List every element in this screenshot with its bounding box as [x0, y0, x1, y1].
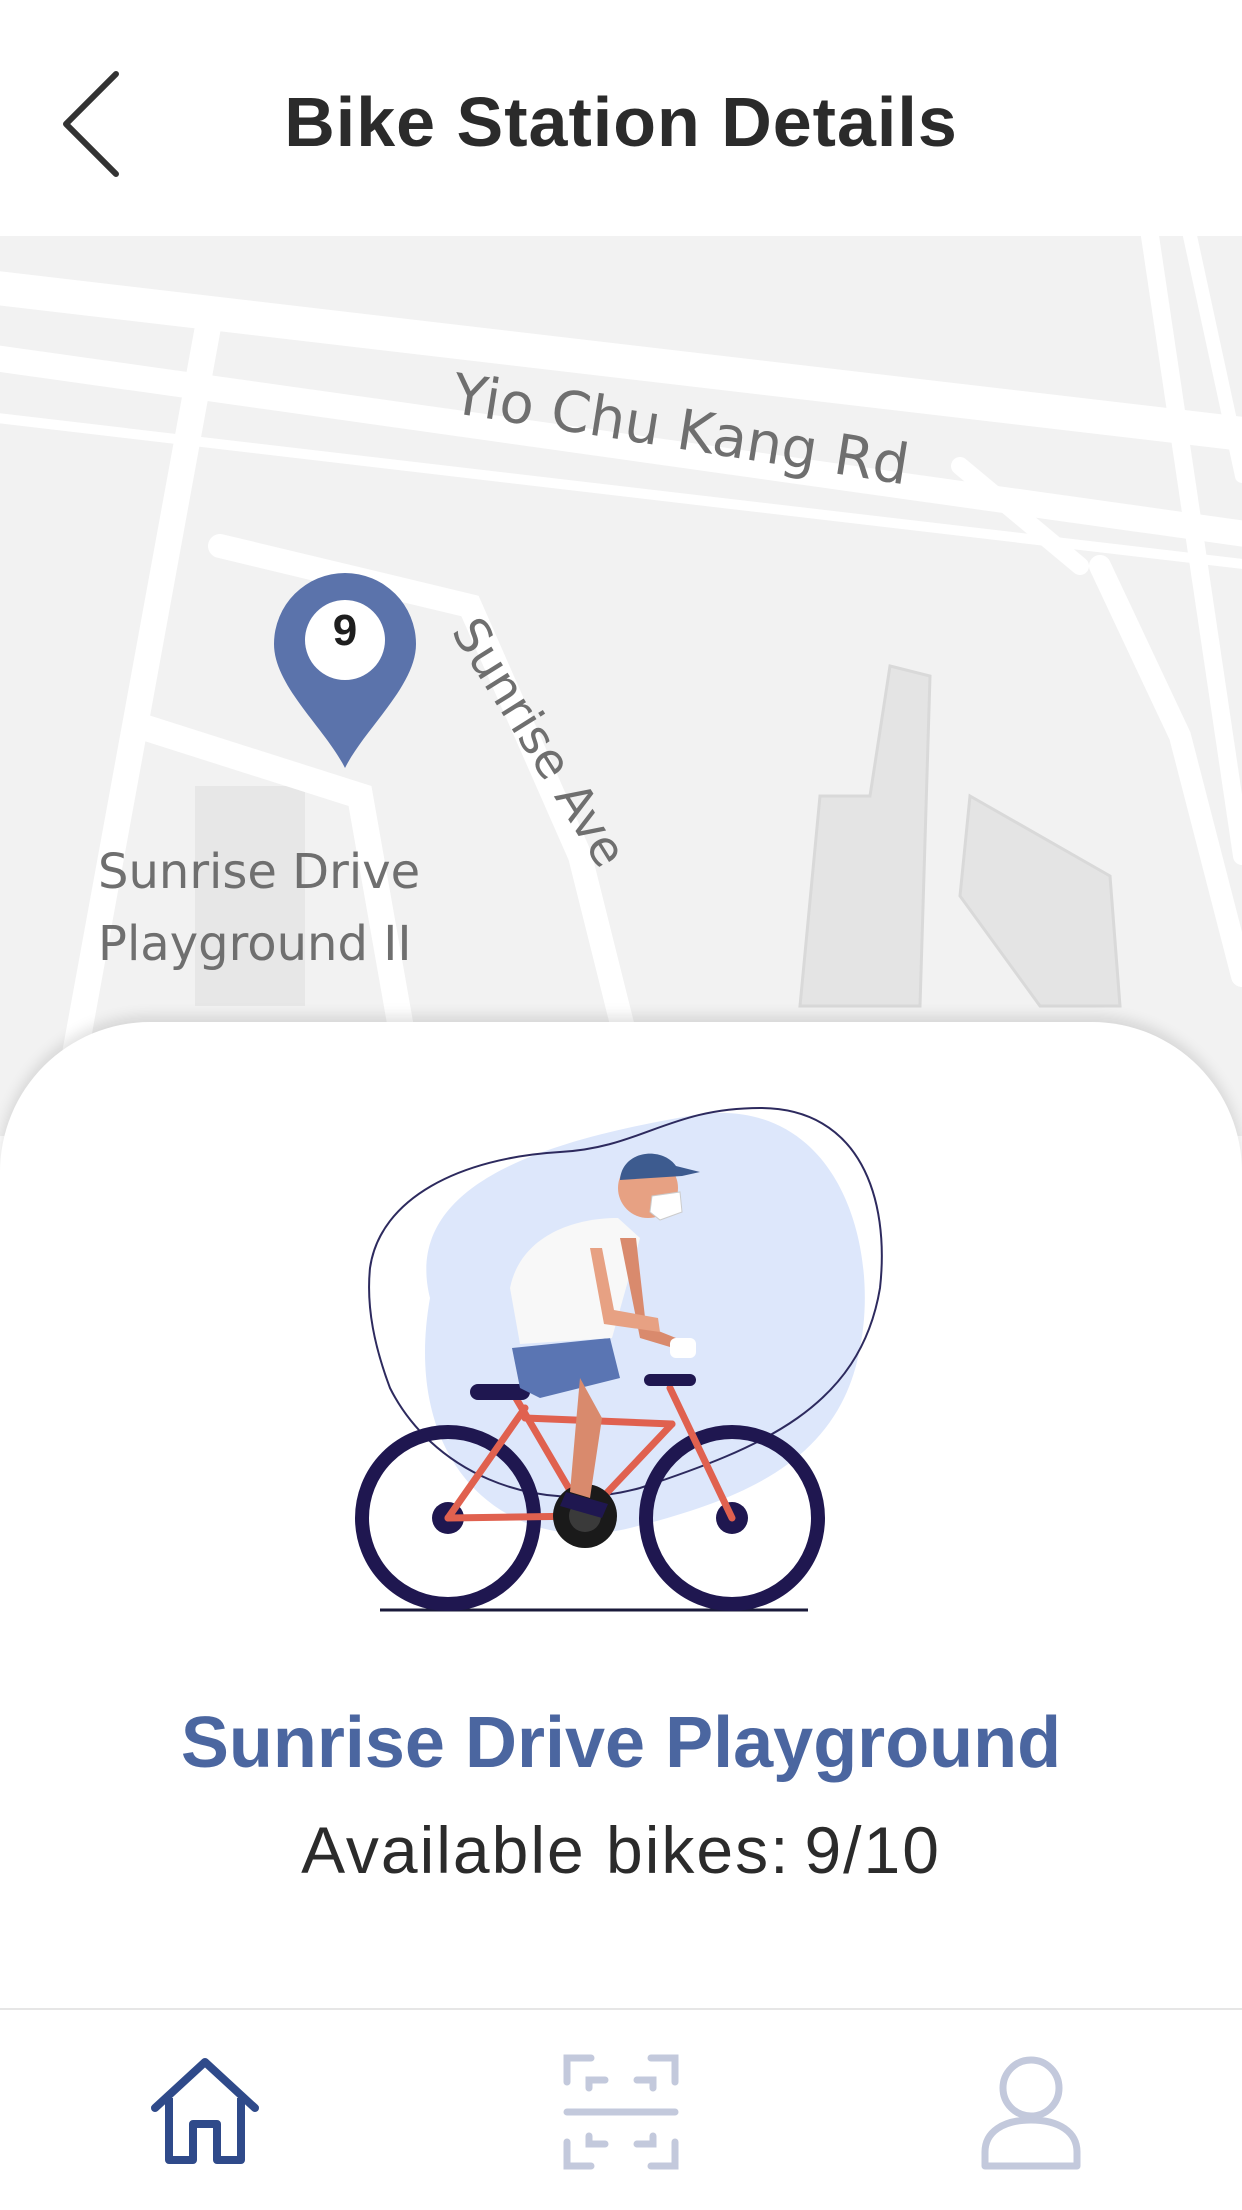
station-card: Sunrise Drive Playground Available bikes… — [0, 1022, 1242, 2008]
map-roads — [0, 236, 1242, 1136]
nav-home[interactable] — [145, 2052, 265, 2172]
station-map-pin[interactable]: 9 — [270, 568, 420, 778]
page-title: Bike Station Details — [284, 83, 958, 161]
user-icon — [981, 2056, 1081, 2170]
pin-count: 9 — [332, 606, 358, 655]
bottom-nav — [0, 2008, 1242, 2210]
station-name: Sunrise Drive Playground — [180, 1703, 1062, 1783]
nav-profile[interactable] — [971, 2052, 1091, 2172]
available-bikes-label: Available bikes: — [301, 1813, 791, 1887]
home-icon — [151, 2058, 259, 2164]
map-view[interactable]: Yio Chu Kang Rd Sunrise Ave Sunrise Driv… — [0, 236, 1242, 1136]
cyclist-illustration — [355, 1106, 883, 1612]
scan-icon — [563, 2054, 679, 2170]
available-bikes-value: 9/10 — [804, 1813, 941, 1887]
nav-scan[interactable] — [561, 2052, 681, 2172]
available-bikes: Available bikes: 9/10 — [0, 1812, 1242, 1888]
header: Bike Station Details — [0, 0, 1242, 236]
map-pin-icon — [274, 573, 416, 768]
place-label: Sunrise Drive Playground II — [98, 844, 421, 972]
